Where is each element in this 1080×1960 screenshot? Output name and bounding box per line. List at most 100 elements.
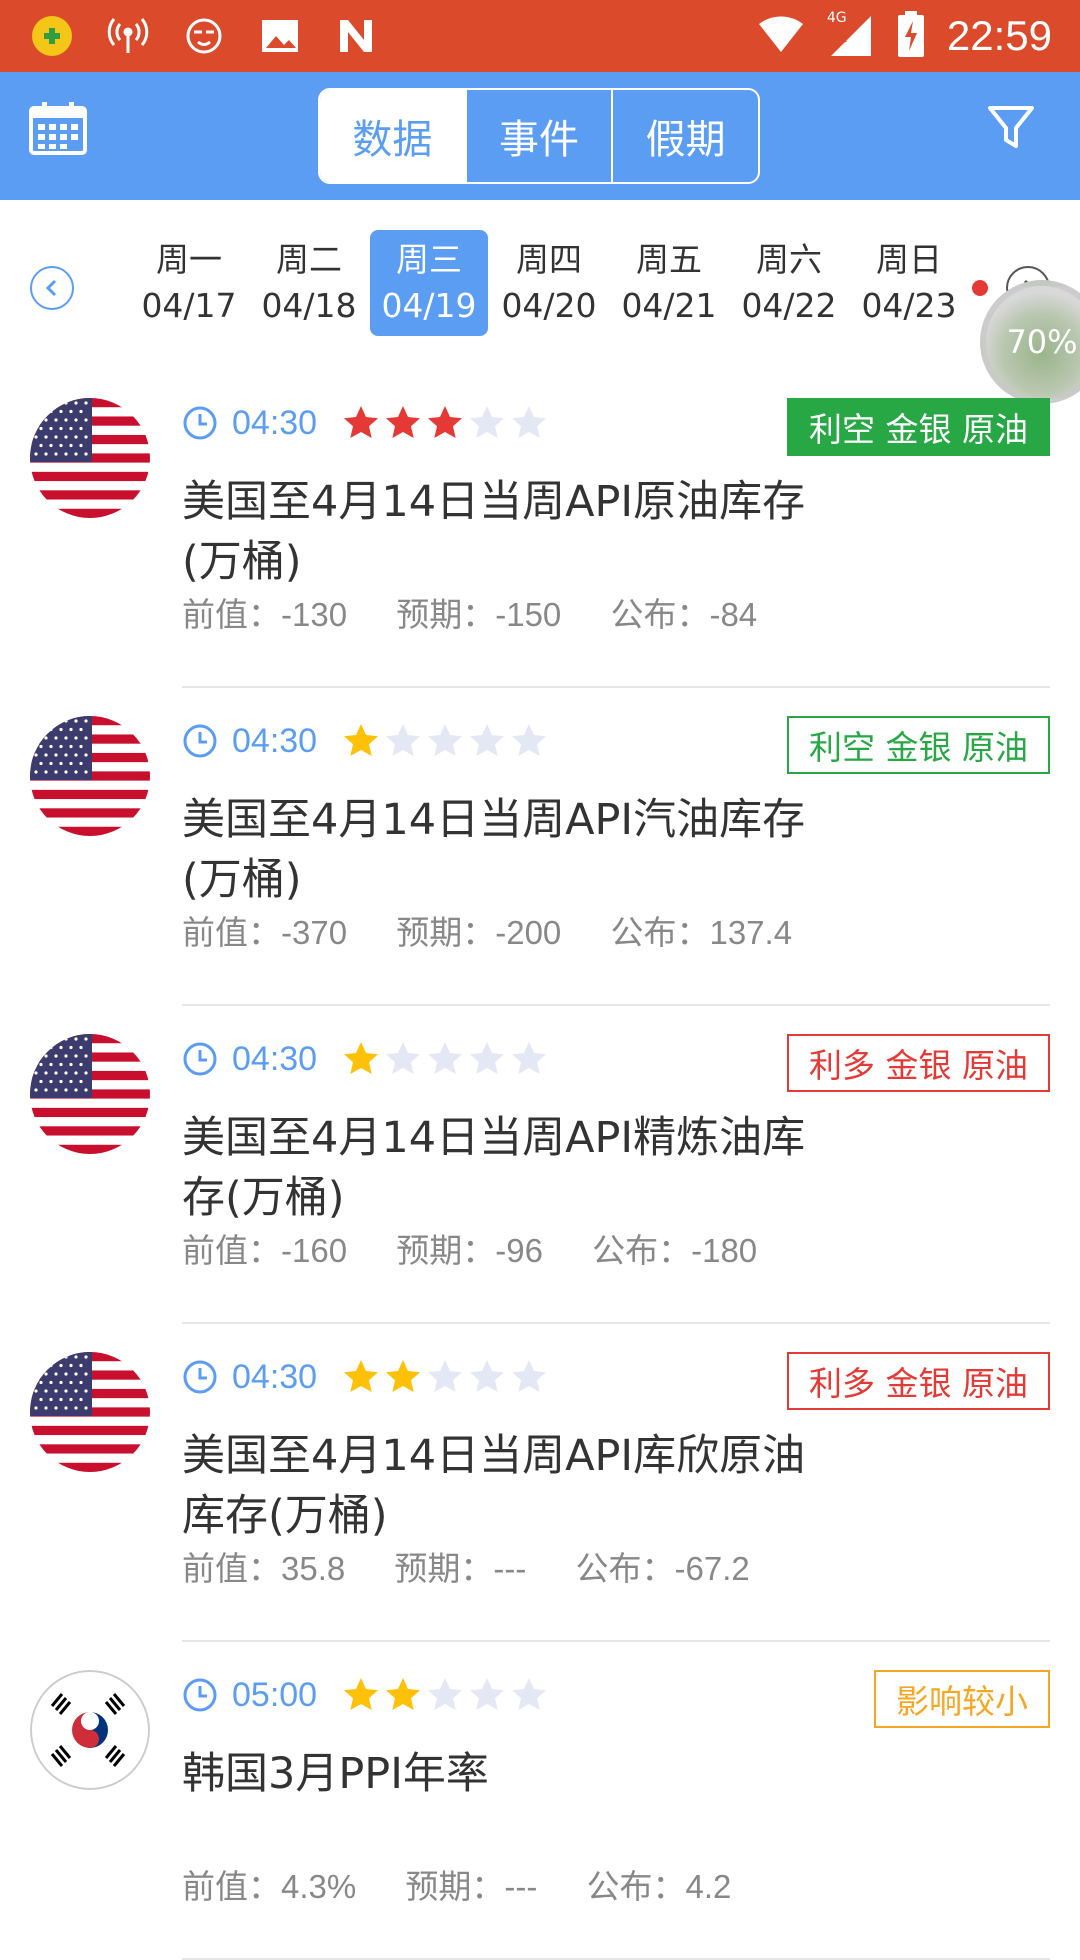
event-time: 04:30	[232, 1357, 318, 1396]
tab-events[interactable]: 事件	[464, 90, 612, 182]
tab-data[interactable]: 数据	[320, 90, 465, 182]
importance-star-icon	[344, 406, 379, 438]
day-item[interactable]: 周一 04/17	[130, 230, 248, 336]
clock-icon	[183, 406, 217, 440]
notification-dot	[972, 280, 988, 296]
event-time-row: 04:30	[182, 1352, 549, 1402]
importance-star-icon	[344, 1042, 379, 1074]
calendar-button[interactable]	[28, 100, 92, 164]
day-date: 04/20	[501, 286, 597, 325]
filter-button[interactable]	[986, 102, 1046, 162]
actual-value: 137.4	[709, 914, 793, 951]
importance-star-icon	[512, 1360, 547, 1392]
day-weekday: 周日	[876, 240, 942, 279]
event-values: 前值：-130 预期：-150 公布：-84	[182, 588, 797, 636]
actual-label: 公布：	[586, 1868, 686, 1905]
hotspot-icon	[104, 12, 152, 60]
importance-star-icon	[386, 724, 421, 756]
status-bar: 4G 1X 22:59	[0, 0, 1080, 72]
network-type: 4G	[826, 10, 847, 26]
event-time-row: 04:30	[182, 398, 549, 448]
day-date: 04/23	[861, 286, 957, 325]
actual-value: -180	[691, 1232, 758, 1269]
impact-tag: 利空 金银 原油	[787, 398, 1050, 456]
event-row[interactable]: 04:30 利空 金银 原油 美国至4月14日当周API汽油库存(万桶) 前值：…	[0, 688, 1080, 1006]
event-title: 美国至4月14日当周API原油库存(万桶)	[182, 477, 806, 587]
day-weekday: 周三	[396, 240, 462, 279]
bubble-percent: 70%	[1006, 323, 1078, 361]
impact-tag: 利多 金银 原油	[787, 1034, 1050, 1092]
event-row[interactable]: 05:00 影响较小 韩国3月PPI年率 前值：4.3% 预期：--- 公布：4…	[0, 1642, 1080, 1960]
event-values: 前值：35.8 预期：--- 公布：-67.2	[182, 1542, 790, 1590]
event-row[interactable]: 04:30 利多 金银 原油 美国至4月14日当周API精炼油库存(万桶) 前值…	[0, 1006, 1080, 1324]
expected-value: -200	[495, 914, 562, 951]
event-title: 美国至4月14日当周API汽油库存(万桶)	[182, 795, 806, 905]
importance-star-icon	[428, 1360, 463, 1392]
n-app-icon	[332, 12, 380, 60]
expected-label: 预期：	[394, 1550, 494, 1587]
event-list: 04:30 利空 金银 原油 美国至4月14日当周API原油库存(万桶) 前值：…	[0, 370, 1080, 1960]
importance-star-icon	[470, 1678, 505, 1710]
importance-star-icon	[344, 1360, 379, 1392]
importance-stars	[341, 1039, 549, 1079]
day-item[interactable]: 周二 04/18	[250, 230, 368, 336]
event-values: 前值：4.3% 预期：--- 公布：4.2	[182, 1860, 771, 1908]
importance-star-icon	[470, 724, 505, 756]
importance-star-icon	[386, 1042, 421, 1074]
day-item[interactable]: 周三 04/19	[370, 230, 488, 336]
clock-icon	[183, 1678, 217, 1712]
impact-tag: 利空 金银 原油	[787, 716, 1050, 774]
day-weekday: 周四	[516, 240, 582, 279]
actual-label: 公布：	[592, 1232, 692, 1269]
expected-label: 预期：	[405, 1868, 505, 1905]
actual-label: 公布：	[610, 596, 710, 633]
actual-value: 4.2	[685, 1868, 732, 1905]
us-flag-icon	[30, 1034, 150, 1154]
event-time: 04:30	[232, 1039, 318, 1078]
day-weekday: 周五	[636, 240, 702, 279]
event-values: 前值：-370 预期：-200 公布：137.4	[182, 906, 832, 954]
expected-label: 预期：	[396, 596, 496, 633]
event-row[interactable]: 04:30 利多 金银 原油 美国至4月14日当周API库欣原油库存(万桶) 前…	[0, 1324, 1080, 1642]
day-date: 04/19	[381, 286, 477, 325]
event-title: 美国至4月14日当周API精炼油库存(万桶)	[182, 1113, 806, 1223]
day-item[interactable]: 周日 04/23	[850, 230, 968, 336]
expected-value: ---	[504, 1868, 538, 1905]
prev-week-button[interactable]	[30, 266, 74, 310]
actual-value: -67.2	[674, 1550, 750, 1587]
week-selector: 周一 04/17 周二 04/18 周三 04/19 周四 04/20 周五 04/21 周六 04/…	[0, 200, 1080, 370]
prev-value: 4.3%	[281, 1868, 357, 1905]
importance-star-icon	[512, 724, 547, 756]
importance-star-icon	[344, 724, 379, 756]
prev-label: 前值：	[182, 1550, 281, 1587]
day-date: 04/17	[141, 286, 237, 325]
signal-icon: 4G 1X	[826, 10, 875, 60]
importance-stars	[341, 721, 549, 761]
us-flag-icon	[30, 716, 150, 836]
importance-stars	[341, 1675, 549, 1715]
expected-label: 预期：	[396, 1232, 496, 1269]
event-time: 04:30	[232, 721, 318, 760]
day-weekday: 周六	[756, 240, 822, 279]
app-header: 数据 事件 假期	[0, 72, 1080, 200]
actual-label: 公布：	[610, 914, 710, 951]
prev-value: -370	[281, 914, 348, 951]
event-row[interactable]: 04:30 利空 金银 原油 美国至4月14日当周API原油库存(万桶) 前值：…	[0, 370, 1080, 688]
prev-label: 前值：	[182, 914, 281, 951]
actual-label: 公布：	[575, 1550, 675, 1587]
importance-stars	[341, 403, 549, 443]
event-time: 05:00	[232, 1675, 318, 1714]
image-icon	[256, 12, 304, 60]
tab-holidays[interactable]: 假期	[611, 90, 758, 182]
day-item[interactable]: 周五 04/21	[610, 230, 728, 336]
event-time-row: 05:00	[182, 1670, 549, 1720]
event-time-row: 04:30	[182, 716, 549, 766]
day-date: 04/18	[261, 286, 357, 325]
day-item[interactable]: 周四 04/20	[490, 230, 608, 336]
prev-value: 35.8	[281, 1550, 346, 1587]
day-item[interactable]: 周六 04/22	[730, 230, 848, 336]
importance-star-icon	[470, 1360, 505, 1392]
calendar-icon	[29, 102, 87, 155]
expected-label: 预期：	[396, 914, 496, 951]
importance-star-icon	[428, 724, 463, 756]
